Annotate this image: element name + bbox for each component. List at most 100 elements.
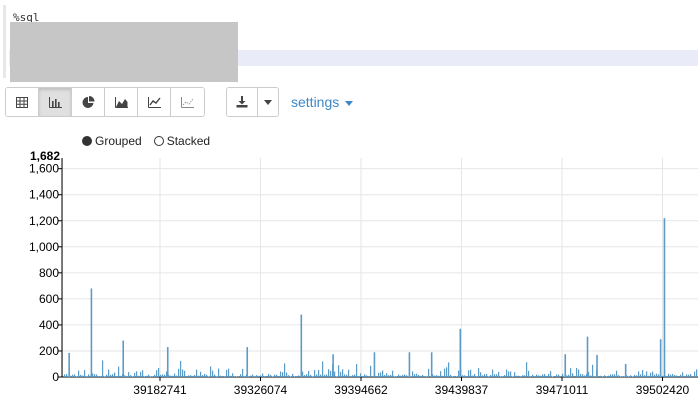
bar (136, 371, 138, 377)
bar (128, 372, 130, 377)
line-chart-button[interactable] (138, 88, 171, 116)
bar (470, 369, 472, 377)
bar (118, 366, 120, 377)
bar (434, 375, 436, 377)
bar (484, 374, 486, 377)
bar (542, 374, 544, 377)
table-view-button[interactable] (6, 88, 39, 116)
bar (78, 370, 80, 377)
area-chart-button[interactable] (105, 88, 138, 116)
bar (558, 374, 560, 377)
bar (202, 375, 204, 377)
bar (230, 375, 232, 377)
y-tick-label: 1,000 (29, 240, 59, 254)
bar (284, 363, 286, 377)
bar (140, 371, 142, 377)
bar (342, 369, 344, 377)
bar (346, 374, 348, 377)
bar (218, 368, 220, 377)
bar (296, 376, 298, 377)
bar (464, 375, 466, 377)
bar (204, 373, 206, 377)
bar (604, 375, 606, 377)
radio-checked-icon (82, 136, 92, 146)
bar (406, 375, 408, 377)
bar (378, 372, 380, 377)
bar (614, 374, 616, 377)
grouped-option[interactable]: Grouped (82, 134, 142, 148)
bar (224, 376, 226, 377)
bar (502, 376, 504, 377)
settings-label[interactable]: settings (291, 94, 339, 110)
bar (198, 375, 200, 377)
bar (318, 369, 320, 377)
bar (148, 374, 150, 377)
bar (214, 374, 216, 377)
bar (448, 362, 450, 377)
bar (644, 375, 646, 377)
bar (478, 368, 480, 377)
bar (536, 374, 538, 377)
bar (144, 376, 146, 377)
redacted-query (10, 22, 238, 82)
bar (298, 375, 300, 377)
download-dropdown-toggle[interactable] (258, 88, 278, 116)
bar (392, 370, 394, 377)
download-button[interactable] (227, 88, 258, 116)
bar (110, 374, 112, 377)
pie-chart-button[interactable] (72, 88, 105, 116)
scatter-chart-button[interactable] (171, 88, 204, 116)
bar (532, 374, 534, 377)
bar (640, 374, 642, 377)
chart-legend: Grouped Stacked (82, 134, 210, 148)
bar (396, 376, 398, 377)
bar (380, 372, 382, 377)
bar (562, 373, 564, 377)
bar (134, 372, 136, 377)
bar (412, 371, 414, 377)
bar (570, 368, 572, 377)
bar-chart-icon (48, 96, 62, 108)
y-tick-label: 0 (52, 370, 59, 384)
bar (540, 375, 542, 377)
bar (420, 375, 422, 377)
bar (124, 375, 126, 377)
bar (210, 366, 212, 377)
bar (146, 375, 148, 377)
bar (504, 375, 506, 377)
y-tick-label: 1,400 (29, 188, 59, 202)
bar (384, 374, 386, 377)
bar (694, 371, 696, 377)
bar (262, 373, 264, 377)
bar (652, 371, 654, 377)
bar (188, 375, 190, 377)
stacked-option[interactable]: Stacked (153, 134, 210, 148)
bar (200, 371, 202, 377)
bar (426, 376, 428, 377)
bar (510, 371, 512, 377)
x-tick-label: 39394662 (334, 383, 388, 397)
bar (270, 374, 272, 377)
bar (576, 367, 578, 377)
bar (474, 373, 476, 377)
bar (566, 375, 568, 377)
bar (308, 370, 310, 377)
bar (190, 375, 192, 377)
bar (546, 375, 548, 377)
bar (68, 352, 70, 377)
bar (690, 374, 692, 377)
bar (264, 376, 266, 377)
bar (326, 374, 328, 377)
bar (572, 373, 574, 377)
bar (578, 369, 580, 377)
bar (70, 375, 72, 377)
bar-chart-button[interactable] (39, 88, 72, 116)
code-editor[interactable]: %sql (3, 5, 698, 82)
bar (658, 374, 660, 377)
x-tick-label: 39326074 (234, 383, 288, 397)
radio-unchecked-icon (153, 136, 164, 146)
bar (362, 375, 364, 377)
bar (688, 374, 690, 377)
settings-toggle[interactable]: settings (291, 94, 354, 110)
bar (528, 370, 530, 377)
